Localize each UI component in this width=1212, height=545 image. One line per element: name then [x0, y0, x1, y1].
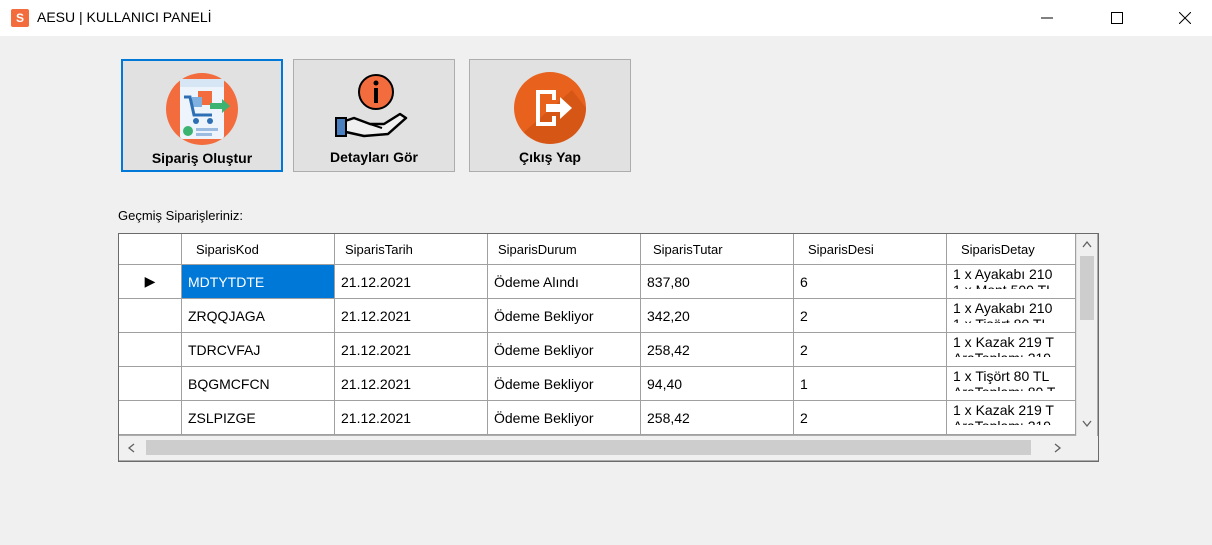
orders-grid[interactable]: SiparisKod SiparisTarih SiparisDurum Sip…: [118, 233, 1099, 462]
cell-durum[interactable]: Ödeme Alındı: [488, 265, 641, 299]
title-bar: S AESU | KULLANICI PANELİ: [0, 0, 1212, 36]
cell-desi[interactable]: 2: [794, 333, 947, 367]
minimize-icon: [1041, 17, 1053, 19]
cell-tutar[interactable]: 258,42: [641, 401, 794, 435]
row-header[interactable]: [119, 333, 182, 367]
cell-detay[interactable]: 1 x Tişört 80 TL AraToplam: 80 T: [947, 367, 1076, 401]
table-row[interactable]: ZRQQJAGA 21.12.2021 Ödeme Bekliyor 342,2…: [119, 299, 1076, 333]
cell-durum[interactable]: Ödeme Bekliyor: [488, 401, 641, 435]
cell-durum[interactable]: Ödeme Bekliyor: [488, 367, 641, 401]
detay-line-2: 1 x Tişört 80 TL: [953, 317, 1049, 323]
cell-detay[interactable]: 1 x Kazak 219 T AraToplam: 219: [947, 401, 1076, 435]
detay-line-2: AraToplam: 219: [953, 419, 1051, 425]
minimize-button[interactable]: [1024, 0, 1070, 36]
cell-tutar[interactable]: 94,40: [641, 367, 794, 401]
column-header[interactable]: SiparisDurum: [488, 234, 641, 265]
close-icon: [1179, 12, 1191, 24]
grid-header: SiparisKod SiparisTarih SiparisDurum Sip…: [119, 234, 1076, 265]
cell-kod[interactable]: MDTYTDTE: [182, 265, 335, 299]
scroll-left-icon[interactable]: [127, 443, 135, 453]
row-header[interactable]: [119, 299, 182, 333]
selected-row-marker-icon: ▶: [119, 265, 182, 299]
cell-tarih[interactable]: 21.12.2021: [335, 333, 488, 367]
view-details-button[interactable]: Detayları Gör: [293, 59, 455, 172]
view-details-label: Detayları Gör: [330, 149, 418, 165]
cell-tarih[interactable]: 21.12.2021: [335, 265, 488, 299]
column-header[interactable]: SiparisKod: [182, 234, 335, 265]
column-header[interactable]: SiparisTutar: [641, 234, 794, 265]
detay-line-1: 1 x Kazak 219 T: [953, 402, 1054, 418]
cell-tarih[interactable]: 21.12.2021: [335, 367, 488, 401]
scroll-right-icon[interactable]: [1054, 443, 1062, 453]
grid-rows: ▶ MDTYTDTE 21.12.2021 Ödeme Alındı 837,8…: [119, 265, 1076, 435]
cell-durum[interactable]: Ödeme Bekliyor: [488, 299, 641, 333]
cell-desi[interactable]: 2: [794, 299, 947, 333]
create-order-button[interactable]: Sipariş Oluştur: [121, 59, 283, 172]
window-title: AESU | KULLANICI PANELİ: [37, 9, 212, 25]
horizontal-scroll-thumb[interactable]: [146, 440, 1031, 455]
detay-line-1: 1 x Ayakabı 210: [953, 300, 1053, 316]
scrollbar-corner: [1076, 436, 1098, 460]
cell-tutar[interactable]: 258,42: [641, 333, 794, 367]
scroll-down-icon[interactable]: [1082, 420, 1092, 428]
create-order-label: Sipariş Oluştur: [151, 150, 253, 166]
cell-kod[interactable]: TDRCVFAJ: [182, 333, 335, 367]
detay-line-1: 1 x Tişört 80 TL: [953, 368, 1050, 384]
scroll-up-icon[interactable]: [1082, 240, 1092, 248]
row-header-corner: [119, 234, 182, 265]
vertical-scrollbar[interactable]: [1076, 234, 1097, 436]
maximize-button[interactable]: [1094, 0, 1140, 36]
cell-desi[interactable]: 1: [794, 367, 947, 401]
cell-detay[interactable]: 1 x Ayakabı 210 1 x Mont 500 TL: [947, 265, 1076, 299]
table-row[interactable]: ▶ MDTYTDTE 21.12.2021 Ödeme Alındı 837,8…: [119, 265, 1076, 299]
column-header[interactable]: SiparisTarih: [335, 234, 488, 265]
info-hand-icon: [335, 74, 408, 138]
cell-kod[interactable]: ZSLPIZGE: [182, 401, 335, 435]
horizontal-scrollbar[interactable]: [119, 436, 1076, 460]
table-row[interactable]: TDRCVFAJ 21.12.2021 Ödeme Bekliyor 258,4…: [119, 333, 1076, 367]
cell-tutar[interactable]: 837,80: [641, 265, 794, 299]
column-header[interactable]: SiparisDetay: [947, 234, 1076, 265]
detay-line-2: AraToplam: 80 T: [953, 385, 1055, 391]
cell-kod[interactable]: BQGMCFCN: [182, 367, 335, 401]
vertical-scroll-thumb[interactable]: [1080, 256, 1094, 320]
cell-durum[interactable]: Ödeme Bekliyor: [488, 333, 641, 367]
close-button[interactable]: [1162, 0, 1208, 36]
row-header[interactable]: [119, 401, 182, 435]
cell-tarih[interactable]: 21.12.2021: [335, 401, 488, 435]
cell-tutar[interactable]: 342,20: [641, 299, 794, 333]
app-logo-icon: S: [11, 9, 29, 27]
shopping-cart-icon: [166, 73, 238, 145]
logout-button[interactable]: Çıkış Yap: [469, 59, 631, 172]
cell-desi[interactable]: 2: [794, 401, 947, 435]
detay-line-2: AraToplam: 219: [953, 351, 1051, 357]
row-header[interactable]: [119, 367, 182, 401]
detay-line-2: 1 x Mont 500 TL: [953, 283, 1054, 289]
cell-kod[interactable]: ZRQQJAGA: [182, 299, 335, 333]
logout-label: Çıkış Yap: [518, 149, 581, 165]
cell-desi[interactable]: 6: [794, 265, 947, 299]
column-header[interactable]: SiparisDesi: [794, 234, 947, 265]
cell-detay[interactable]: 1 x Ayakabı 210 1 x Tişört 80 TL: [947, 299, 1076, 333]
cell-tarih[interactable]: 21.12.2021: [335, 299, 488, 333]
cell-detay[interactable]: 1 x Kazak 219 T AraToplam: 219: [947, 333, 1076, 367]
past-orders-label: Geçmiş Siparişleriniz:: [118, 208, 243, 223]
maximize-icon: [1111, 12, 1123, 24]
detay-line-1: 1 x Ayakabı 210: [953, 266, 1053, 282]
table-row[interactable]: BQGMCFCN 21.12.2021 Ödeme Bekliyor 94,40…: [119, 367, 1076, 401]
detay-line-1: 1 x Kazak 219 T: [953, 334, 1054, 350]
table-row[interactable]: ZSLPIZGE 21.12.2021 Ödeme Bekliyor 258,4…: [119, 401, 1076, 435]
logout-exit-icon: [514, 72, 586, 144]
